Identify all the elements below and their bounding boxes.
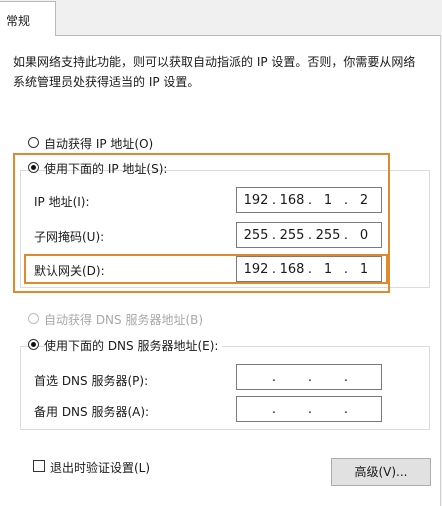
gateway-octet-1: 192	[243, 262, 269, 277]
subnet-mask-octet-2: 255	[279, 228, 305, 243]
gateway-octet-3: 1	[323, 262, 333, 277]
preferred-dns-label: 首选 DNS 服务器(P):	[34, 374, 149, 388]
ip-address-octet-3: 1	[323, 193, 333, 208]
auto-dns-label: 自动获得 DNS 服务器地址(B)	[44, 313, 204, 327]
advanced-button[interactable]: 高级(V)...	[331, 458, 431, 486]
gateway-octet-2: 168	[279, 262, 305, 277]
preferred-dns-dot: .	[271, 370, 277, 385]
preferred-dns-input[interactable]: . . .	[236, 364, 382, 390]
manual-ip-label: 使用下面的 IP 地址(S):	[44, 162, 168, 176]
description-text: 如果网络支持此功能，则可以获取自动指派的 IP 设置。否则，你需要从网络系统管理…	[13, 55, 416, 89]
validate-on-exit-checkbox[interactable]	[33, 460, 45, 472]
ip-address-octet-4: 2	[359, 193, 369, 208]
alternate-dns-dot: .	[307, 402, 313, 417]
ip-address-label: IP 地址(I):	[34, 195, 90, 209]
default-gateway-input[interactable]: 192 . 168 . 1 . 1	[236, 256, 382, 282]
subnet-mask-octet-1: 255	[243, 228, 269, 243]
gateway-octet-4: 1	[359, 262, 369, 277]
ip-address-octet-2: 168	[279, 193, 305, 208]
auto-ip-label: 自动获得 IP 地址(O)	[44, 137, 154, 151]
alternate-dns-input[interactable]: . . .	[236, 396, 382, 422]
subnet-mask-octet-3: 255	[315, 228, 341, 243]
auto-dns-radio[interactable]	[28, 313, 39, 324]
tab-general-label: 常规	[6, 14, 31, 28]
validate-on-exit-label: 退出时验证设置(L)	[50, 461, 151, 475]
ip-address-input[interactable]: 192 . 168 . 1 . 2	[236, 187, 382, 213]
manual-ip-radio[interactable]	[28, 162, 39, 173]
ip-address-octet-1: 192	[243, 193, 269, 208]
alternate-dns-label: 备用 DNS 服务器(A):	[34, 405, 150, 419]
subnet-mask-input[interactable]: 255 . 255 . 255 . 0	[236, 222, 382, 248]
subnet-mask-octet-4: 0	[359, 228, 369, 243]
auto-ip-radio[interactable]	[28, 137, 39, 148]
preferred-dns-dot: .	[343, 370, 349, 385]
subnet-mask-label: 子网掩码(U):	[34, 230, 105, 244]
alternate-dns-dot: .	[343, 402, 349, 417]
manual-dns-label: 使用下面的 DNS 服务器地址(E):	[44, 337, 223, 354]
alternate-dns-dot: .	[271, 402, 277, 417]
manual-dns-radio[interactable]	[28, 339, 39, 350]
preferred-dns-dot: .	[307, 370, 313, 385]
tab-general[interactable]: 常规	[0, 1, 56, 36]
tab-strip: 常规	[0, 0, 442, 36]
default-gateway-label: 默认网关(D):	[34, 264, 105, 278]
